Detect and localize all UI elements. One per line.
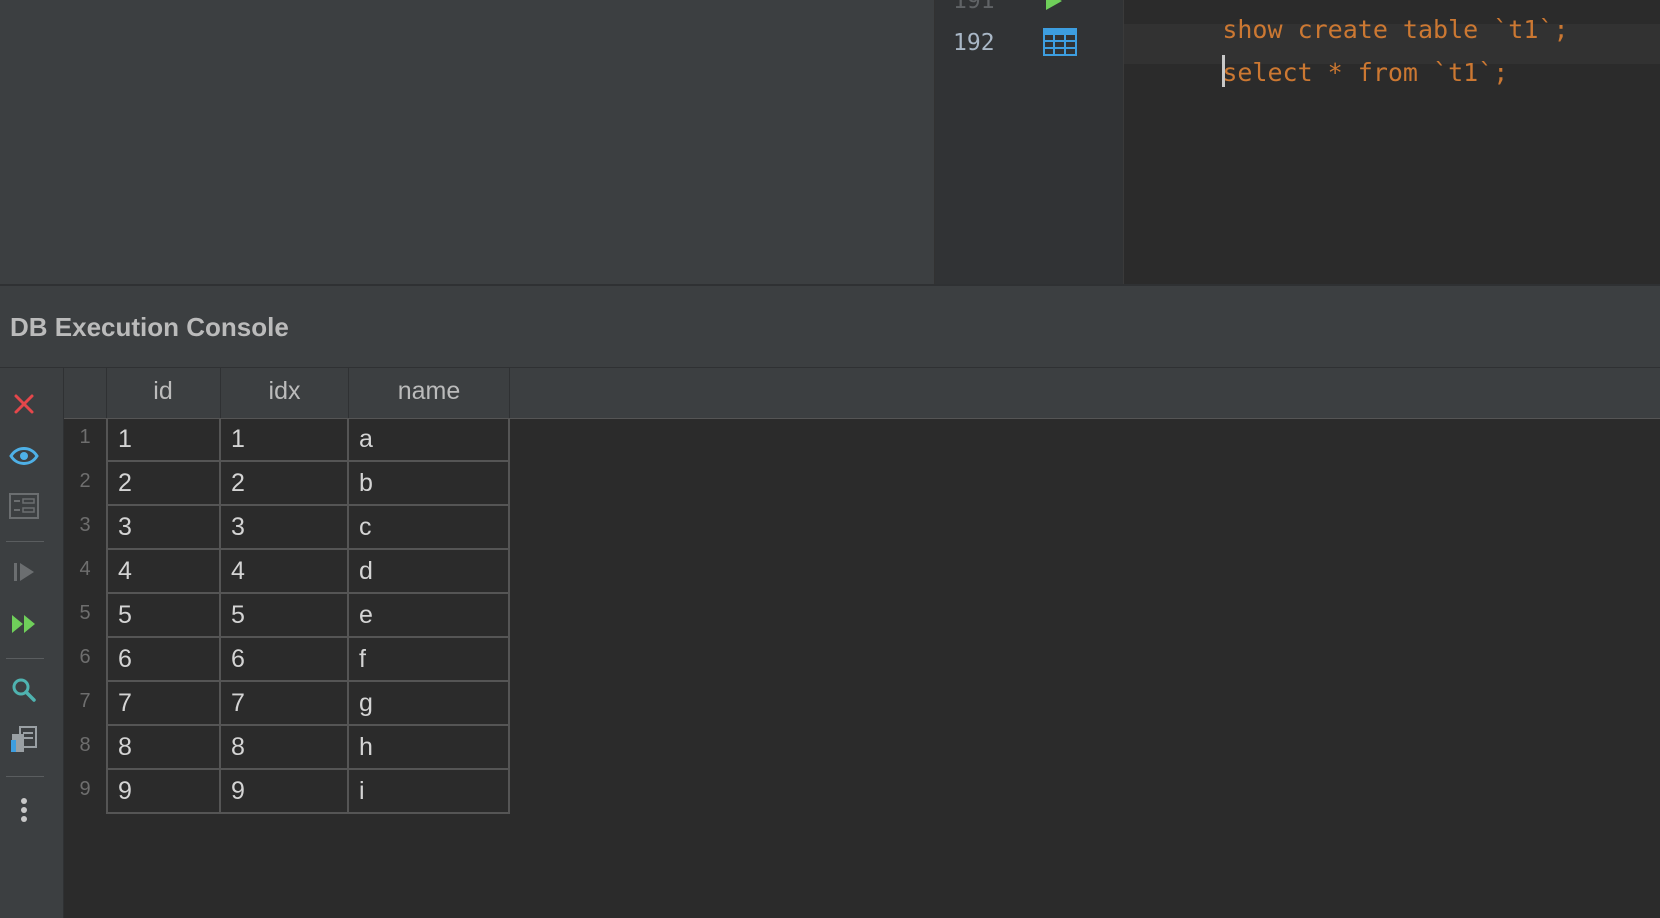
table-cell-name[interactable]: b: [349, 462, 510, 506]
code-text: select * from `t1`;: [1222, 58, 1509, 87]
table-cell-idx[interactable]: 4: [221, 550, 349, 594]
row-number[interactable]: 4: [64, 558, 106, 581]
search-icon[interactable]: [8, 674, 40, 706]
code-line-192[interactable]: select * from `t1`;: [1132, 26, 1508, 116]
row-number[interactable]: 8: [64, 734, 106, 757]
table-cell-id[interactable]: 4: [106, 550, 221, 594]
table-cell-idx[interactable]: 2: [221, 462, 349, 506]
row-number[interactable]: 9: [64, 778, 106, 801]
table-cell-idx[interactable]: 5: [221, 594, 349, 638]
table-cell-name[interactable]: d: [349, 550, 510, 594]
table-cell-id[interactable]: 3: [106, 506, 221, 550]
row-number[interactable]: 1: [64, 426, 106, 449]
column-header-idx[interactable]: idx: [221, 368, 349, 418]
table-cell-idx[interactable]: 9: [221, 770, 349, 814]
step-icon[interactable]: [8, 556, 40, 588]
row-number[interactable]: 6: [64, 646, 106, 669]
table-cell-id[interactable]: 6: [106, 638, 221, 682]
run-statement-icon[interactable]: [1043, 0, 1065, 17]
table-cell-id[interactable]: 2: [106, 462, 221, 506]
console-title: DB Execution Console: [10, 312, 289, 342]
form-view-icon[interactable]: [8, 490, 40, 522]
table-cell-id[interactable]: 9: [106, 770, 221, 814]
table-cell-idx[interactable]: 7: [221, 682, 349, 726]
table-cell-idx[interactable]: 1: [221, 418, 349, 462]
column-header-id[interactable]: id: [106, 368, 221, 418]
run-all-icon[interactable]: [8, 608, 40, 640]
sql-editor[interactable]: 191 192 show create table `t1`; select *…: [934, 0, 1660, 284]
console-header: DB Execution Console: [0, 286, 1660, 368]
row-number[interactable]: 5: [64, 602, 106, 625]
table-cell-name[interactable]: h: [349, 726, 510, 770]
row-number[interactable]: 2: [64, 470, 106, 493]
editor-gutter: 191 192: [935, 0, 1124, 284]
row-number[interactable]: 7: [64, 690, 106, 713]
table-cell-id[interactable]: 5: [106, 594, 221, 638]
table-cell-idx[interactable]: 3: [221, 506, 349, 550]
table-result-icon[interactable]: [1043, 28, 1077, 61]
table-cell-name[interactable]: e: [349, 594, 510, 638]
more-icon[interactable]: [8, 794, 40, 826]
column-header-name[interactable]: name: [349, 368, 510, 418]
table-cell-id[interactable]: 7: [106, 682, 221, 726]
line-number: 191: [953, 0, 995, 14]
console-toolbar: [0, 368, 64, 918]
table-cell-name[interactable]: g: [349, 682, 510, 726]
table-cell-idx[interactable]: 8: [221, 726, 349, 770]
line-number: 192: [953, 30, 995, 56]
eye-icon[interactable]: [8, 440, 40, 472]
table-cell-name[interactable]: f: [349, 638, 510, 682]
corner-cell[interactable]: [64, 368, 107, 418]
row-number[interactable]: 3: [64, 514, 106, 537]
table-cell-name[interactable]: i: [349, 770, 510, 814]
table-cell-id[interactable]: 8: [106, 726, 221, 770]
grid-header: id idx name: [64, 368, 1660, 419]
tool-window-area: [0, 0, 934, 284]
close-icon[interactable]: [8, 388, 40, 420]
result-grid[interactable]: id idx name 111a222b333c444d555e666f777g…: [64, 368, 1660, 918]
table-cell-name[interactable]: a: [349, 418, 510, 462]
code-area[interactable]: show create table `t1`; select * from `t…: [1124, 0, 1660, 284]
table-cell-id[interactable]: 1: [106, 418, 221, 462]
copy-icon[interactable]: [8, 724, 40, 756]
table-cell-name[interactable]: c: [349, 506, 510, 550]
table-cell-idx[interactable]: 6: [221, 638, 349, 682]
